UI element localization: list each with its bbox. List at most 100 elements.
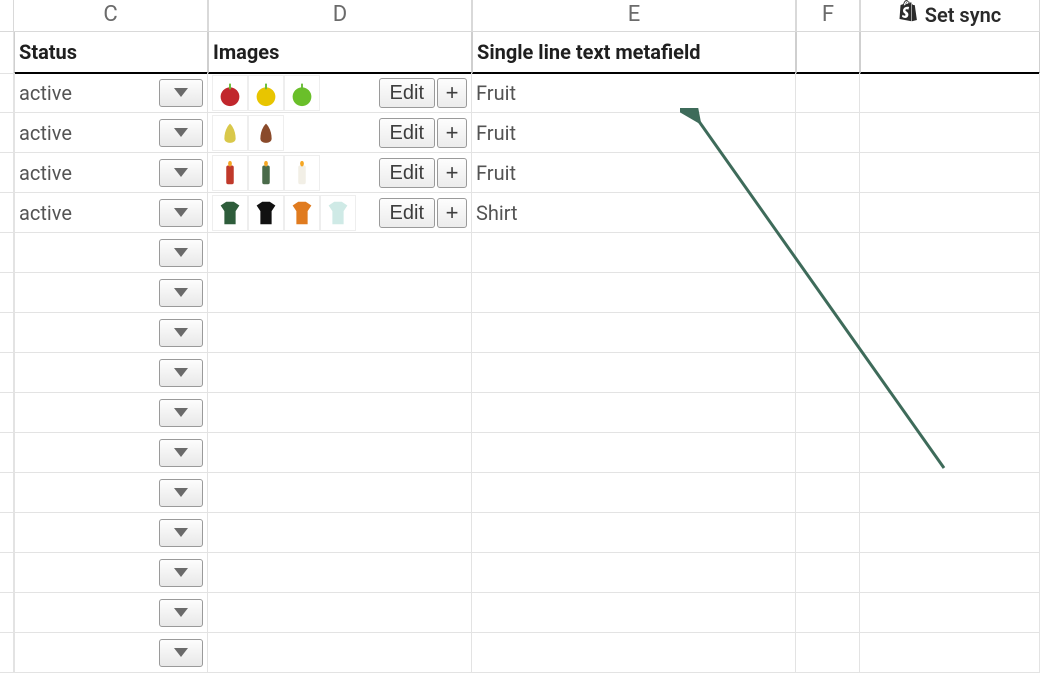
image-thumbnail[interactable] bbox=[284, 195, 320, 231]
metafield-cell[interactable] bbox=[472, 473, 796, 513]
images-cell[interactable] bbox=[208, 553, 472, 593]
column-header-sync[interactable]: Set sync bbox=[860, 0, 1040, 32]
status-cell[interactable]: active bbox=[14, 73, 208, 113]
images-cell[interactable]: Edit + bbox=[208, 113, 472, 153]
status-dropdown[interactable] bbox=[159, 519, 203, 547]
header-images[interactable]: Images bbox=[208, 32, 472, 74]
metafield-cell[interactable] bbox=[472, 233, 796, 273]
status-cell[interactable] bbox=[14, 233, 208, 273]
status-cell[interactable] bbox=[14, 593, 208, 633]
edit-button[interactable]: Edit bbox=[379, 198, 435, 228]
images-cell[interactable] bbox=[208, 393, 472, 433]
image-thumbnail[interactable] bbox=[248, 195, 284, 231]
metafield-cell[interactable] bbox=[472, 273, 796, 313]
metafield-cell[interactable] bbox=[472, 353, 796, 393]
add-image-button[interactable]: + bbox=[437, 198, 467, 228]
image-thumbnail[interactable] bbox=[248, 75, 284, 111]
status-cell[interactable] bbox=[14, 393, 208, 433]
image-thumbnail[interactable] bbox=[284, 155, 320, 191]
f-cell[interactable] bbox=[796, 393, 860, 433]
edit-button[interactable]: Edit bbox=[379, 78, 435, 108]
images-cell[interactable] bbox=[208, 313, 472, 353]
images-cell[interactable] bbox=[208, 513, 472, 553]
sync-cell[interactable] bbox=[860, 593, 1040, 633]
status-dropdown[interactable] bbox=[159, 439, 203, 467]
image-thumbnail[interactable] bbox=[212, 75, 248, 111]
sync-cell[interactable] bbox=[860, 633, 1040, 673]
metafield-cell[interactable]: Fruit bbox=[472, 153, 796, 193]
image-thumbnail[interactable] bbox=[212, 115, 248, 151]
status-dropdown[interactable] bbox=[159, 199, 203, 227]
images-cell[interactable] bbox=[208, 273, 472, 313]
column-header-c[interactable]: C bbox=[14, 0, 208, 32]
status-dropdown[interactable] bbox=[159, 359, 203, 387]
column-header-f[interactable]: F bbox=[796, 0, 860, 32]
add-image-button[interactable]: + bbox=[437, 158, 467, 188]
status-dropdown[interactable] bbox=[159, 319, 203, 347]
images-cell[interactable] bbox=[208, 233, 472, 273]
metafield-cell[interactable] bbox=[472, 593, 796, 633]
metafield-cell[interactable] bbox=[472, 393, 796, 433]
sync-cell[interactable] bbox=[860, 193, 1040, 233]
status-cell[interactable]: active bbox=[14, 113, 208, 153]
sync-cell[interactable] bbox=[860, 553, 1040, 593]
sync-cell[interactable] bbox=[860, 513, 1040, 553]
f-cell[interactable] bbox=[796, 553, 860, 593]
sync-cell[interactable] bbox=[860, 313, 1040, 353]
status-dropdown[interactable] bbox=[159, 119, 203, 147]
status-dropdown[interactable] bbox=[159, 599, 203, 627]
image-thumbnail[interactable] bbox=[248, 155, 284, 191]
images-cell[interactable]: Edit + bbox=[208, 153, 472, 193]
f-cell[interactable] bbox=[796, 113, 860, 153]
images-cell[interactable] bbox=[208, 433, 472, 473]
status-cell[interactable] bbox=[14, 553, 208, 593]
sync-cell[interactable] bbox=[860, 233, 1040, 273]
status-dropdown[interactable] bbox=[159, 399, 203, 427]
header-sync[interactable] bbox=[860, 32, 1040, 74]
edit-button[interactable]: Edit bbox=[379, 158, 435, 188]
sync-cell[interactable] bbox=[860, 433, 1040, 473]
status-cell[interactable] bbox=[14, 473, 208, 513]
status-cell[interactable] bbox=[14, 273, 208, 313]
sync-cell[interactable] bbox=[860, 113, 1040, 153]
status-dropdown[interactable] bbox=[159, 279, 203, 307]
f-cell[interactable] bbox=[796, 473, 860, 513]
status-dropdown[interactable] bbox=[159, 239, 203, 267]
status-dropdown[interactable] bbox=[159, 159, 203, 187]
status-dropdown[interactable] bbox=[159, 79, 203, 107]
f-cell[interactable] bbox=[796, 153, 860, 193]
status-cell[interactable] bbox=[14, 633, 208, 673]
f-cell[interactable] bbox=[796, 433, 860, 473]
header-f[interactable] bbox=[796, 32, 860, 74]
image-thumbnail[interactable] bbox=[212, 155, 248, 191]
f-cell[interactable] bbox=[796, 193, 860, 233]
images-cell[interactable] bbox=[208, 633, 472, 673]
images-cell[interactable] bbox=[208, 593, 472, 633]
metafield-cell[interactable]: Shirt bbox=[472, 193, 796, 233]
images-cell[interactable] bbox=[208, 473, 472, 513]
status-cell[interactable] bbox=[14, 313, 208, 353]
image-thumbnail[interactable] bbox=[248, 115, 284, 151]
sync-cell[interactable] bbox=[860, 273, 1040, 313]
add-image-button[interactable]: + bbox=[437, 118, 467, 148]
images-cell[interactable]: Edit + bbox=[208, 193, 472, 233]
status-cell[interactable]: active bbox=[14, 193, 208, 233]
metafield-cell[interactable]: Fruit bbox=[472, 113, 796, 153]
f-cell[interactable] bbox=[796, 233, 860, 273]
sync-cell[interactable] bbox=[860, 473, 1040, 513]
sync-cell[interactable] bbox=[860, 393, 1040, 433]
status-cell[interactable] bbox=[14, 513, 208, 553]
f-cell[interactable] bbox=[796, 513, 860, 553]
f-cell[interactable] bbox=[796, 353, 860, 393]
status-dropdown[interactable] bbox=[159, 479, 203, 507]
status-cell[interactable] bbox=[14, 353, 208, 393]
image-thumbnail[interactable] bbox=[284, 75, 320, 111]
metafield-cell[interactable] bbox=[472, 433, 796, 473]
sync-cell[interactable] bbox=[860, 73, 1040, 113]
f-cell[interactable] bbox=[796, 593, 860, 633]
f-cell[interactable] bbox=[796, 273, 860, 313]
status-cell[interactable]: active bbox=[14, 153, 208, 193]
metafield-cell[interactable] bbox=[472, 513, 796, 553]
metafield-cell[interactable]: Fruit bbox=[472, 73, 796, 113]
status-cell[interactable] bbox=[14, 433, 208, 473]
